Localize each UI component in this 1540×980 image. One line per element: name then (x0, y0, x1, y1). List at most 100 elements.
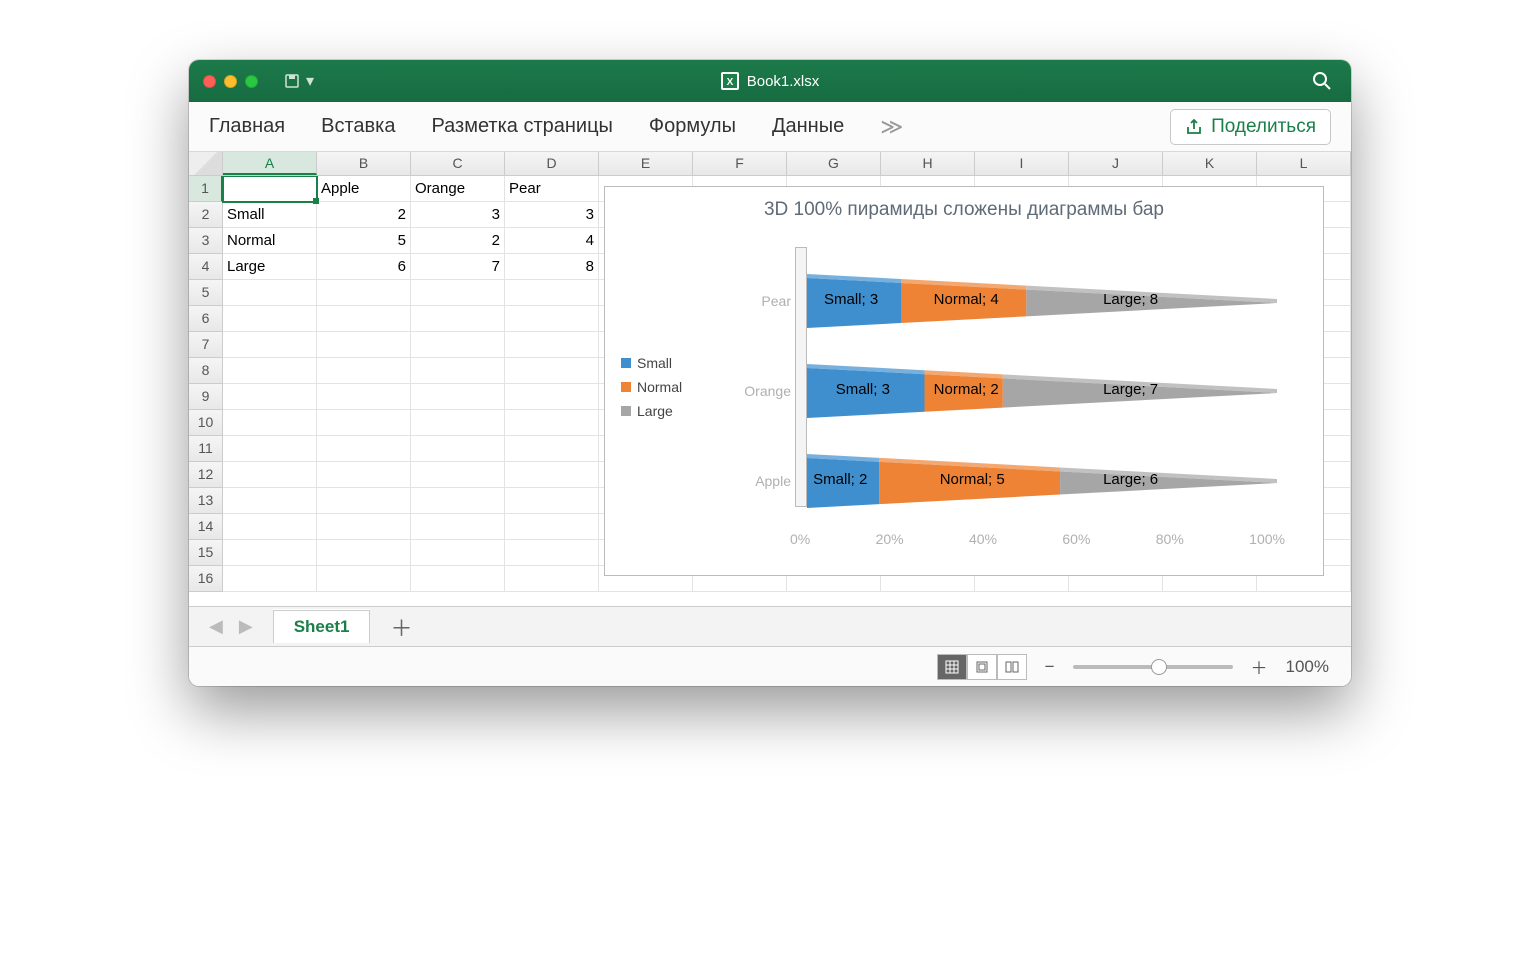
cell-A15[interactable] (223, 540, 317, 566)
cell-A8[interactable] (223, 358, 317, 384)
cell-B5[interactable] (317, 280, 411, 306)
row-header-3[interactable]: 3 (189, 228, 223, 254)
row-header-4[interactable]: 4 (189, 254, 223, 280)
cell-C1[interactable]: Orange (411, 176, 505, 202)
cell-A9[interactable] (223, 384, 317, 410)
cell-A6[interactable] (223, 306, 317, 332)
row-header-2[interactable]: 2 (189, 202, 223, 228)
cell-D9[interactable] (505, 384, 599, 410)
sheet-nav-prev-icon[interactable]: ◀ (205, 616, 227, 637)
cell-D8[interactable] (505, 358, 599, 384)
cell-A1[interactable] (223, 176, 317, 202)
cell-A3[interactable]: Normal (223, 228, 317, 254)
cell-B13[interactable] (317, 488, 411, 514)
row-header-9[interactable]: 9 (189, 384, 223, 410)
cell-C13[interactable] (411, 488, 505, 514)
cell-D16[interactable] (505, 566, 599, 592)
select-all-corner[interactable] (189, 152, 223, 175)
cell-A5[interactable] (223, 280, 317, 306)
save-icon[interactable] (284, 73, 300, 89)
cell-C12[interactable] (411, 462, 505, 488)
sheet-tab-active[interactable]: Sheet1 (273, 610, 371, 643)
embedded-chart[interactable]: 3D 100% пирамиды сложены диаграммы бар S… (604, 186, 1324, 576)
cell-B4[interactable]: 6 (317, 254, 411, 280)
row-header-15[interactable]: 15 (189, 540, 223, 566)
column-header-B[interactable]: B (317, 152, 411, 175)
column-header-I[interactable]: I (975, 152, 1069, 175)
tab-data[interactable]: Данные (772, 115, 844, 138)
zoom-level[interactable]: 100% (1286, 657, 1329, 677)
zoom-slider[interactable] (1073, 665, 1233, 669)
view-normal-button[interactable] (937, 654, 967, 680)
cell-C8[interactable] (411, 358, 505, 384)
cell-C7[interactable] (411, 332, 505, 358)
column-header-L[interactable]: L (1257, 152, 1351, 175)
cell-C4[interactable]: 7 (411, 254, 505, 280)
cell-D6[interactable] (505, 306, 599, 332)
cell-A7[interactable] (223, 332, 317, 358)
row-header-10[interactable]: 10 (189, 410, 223, 436)
cell-D10[interactable] (505, 410, 599, 436)
search-icon[interactable] (1311, 70, 1333, 92)
add-sheet-button[interactable]: ＋ (378, 611, 424, 643)
row-header-13[interactable]: 13 (189, 488, 223, 514)
cell-C15[interactable] (411, 540, 505, 566)
cell-A14[interactable] (223, 514, 317, 540)
cell-D12[interactable] (505, 462, 599, 488)
zoom-slider-knob[interactable] (1151, 659, 1167, 675)
column-header-H[interactable]: H (881, 152, 975, 175)
cell-B16[interactable] (317, 566, 411, 592)
tab-formulas[interactable]: Формулы (649, 115, 736, 138)
cell-B9[interactable] (317, 384, 411, 410)
row-header-7[interactable]: 7 (189, 332, 223, 358)
cell-B2[interactable]: 2 (317, 202, 411, 228)
cell-D11[interactable] (505, 436, 599, 462)
cell-C11[interactable] (411, 436, 505, 462)
cell-C14[interactable] (411, 514, 505, 540)
cell-D3[interactable]: 4 (505, 228, 599, 254)
cell-D2[interactable]: 3 (505, 202, 599, 228)
row-header-11[interactable]: 11 (189, 436, 223, 462)
column-header-K[interactable]: K (1163, 152, 1257, 175)
spreadsheet-grid[interactable]: 1AppleOrangePear2Small2333Normal5244Larg… (189, 176, 1351, 606)
row-header-16[interactable]: 16 (189, 566, 223, 592)
tab-home[interactable]: Главная (209, 115, 285, 138)
zoom-window-button[interactable] (245, 75, 258, 88)
cell-B10[interactable] (317, 410, 411, 436)
cell-B6[interactable] (317, 306, 411, 332)
cell-D14[interactable] (505, 514, 599, 540)
column-header-G[interactable]: G (787, 152, 881, 175)
cell-C6[interactable] (411, 306, 505, 332)
cell-B12[interactable] (317, 462, 411, 488)
cell-B1[interactable]: Apple (317, 176, 411, 202)
cell-C10[interactable] (411, 410, 505, 436)
tab-insert[interactable]: Вставка (321, 115, 395, 138)
tab-layout[interactable]: Разметка страницы (431, 115, 612, 138)
cell-D13[interactable] (505, 488, 599, 514)
column-header-E[interactable]: E (599, 152, 693, 175)
cell-A2[interactable]: Small (223, 202, 317, 228)
cell-D7[interactable] (505, 332, 599, 358)
cell-D1[interactable]: Pear (505, 176, 599, 202)
cell-C9[interactable] (411, 384, 505, 410)
column-header-A[interactable]: A (223, 152, 317, 175)
cell-D5[interactable] (505, 280, 599, 306)
cell-C5[interactable] (411, 280, 505, 306)
column-header-F[interactable]: F (693, 152, 787, 175)
cell-A13[interactable] (223, 488, 317, 514)
cell-A10[interactable] (223, 410, 317, 436)
view-page-break-button[interactable] (997, 654, 1027, 680)
view-page-layout-button[interactable] (967, 654, 997, 680)
row-header-5[interactable]: 5 (189, 280, 223, 306)
cell-B11[interactable] (317, 436, 411, 462)
cell-D4[interactable]: 8 (505, 254, 599, 280)
close-window-button[interactable] (203, 75, 216, 88)
tabs-overflow-icon[interactable]: ≫ (880, 114, 903, 140)
cell-A11[interactable] (223, 436, 317, 462)
cell-C3[interactable]: 2 (411, 228, 505, 254)
row-header-1[interactable]: 1 (189, 176, 223, 202)
cell-A4[interactable]: Large (223, 254, 317, 280)
column-header-J[interactable]: J (1069, 152, 1163, 175)
column-header-C[interactable]: C (411, 152, 505, 175)
cell-B3[interactable]: 5 (317, 228, 411, 254)
